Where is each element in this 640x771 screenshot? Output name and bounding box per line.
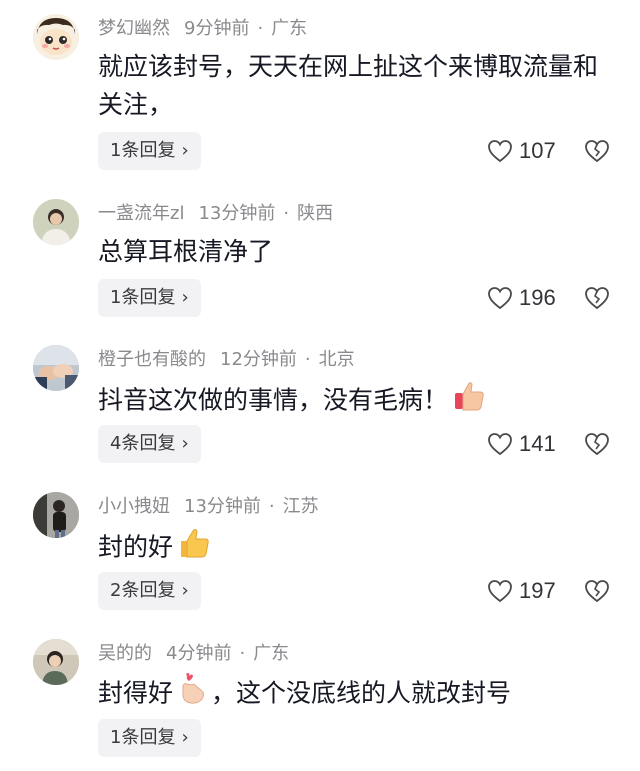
finger-heart-emoji-icon — [177, 673, 207, 716]
like-count: 107 — [519, 138, 556, 163]
replies-label: 1条回复 — [110, 287, 176, 308]
dislike-button[interactable] — [584, 279, 610, 317]
comment-location: 北京 — [318, 349, 355, 370]
view-replies-button[interactable]: 4条回复 › — [98, 425, 201, 463]
comment-meta: 一盏流年zl 13分钟前 · 陕西 — [98, 199, 333, 229]
replies-label: 1条回复 — [110, 727, 176, 748]
username[interactable]: 小小拽妞 — [98, 496, 170, 517]
meta-separator: · — [268, 496, 275, 517]
username[interactable]: 一盏流年zl — [98, 203, 184, 224]
comment-meta: 小小拽妞 13分钟前 · 江苏 — [98, 492, 319, 522]
avatar[interactable] — [33, 492, 79, 538]
meta-separator: · — [304, 349, 311, 370]
like-button[interactable]: 107 — [487, 132, 556, 170]
comment-location: 江苏 — [282, 496, 319, 517]
meta-separator: · — [257, 18, 264, 39]
comment-meta: 吴的的 4分钟前 · 广东 — [98, 639, 289, 669]
comment-text-body: 封的好 — [98, 532, 174, 562]
replies-label: 2条回复 — [110, 580, 176, 601]
comment-location: 陕西 — [297, 203, 334, 224]
comment-text-body: 抖音这次做的事情，没有毛病！ — [98, 385, 449, 415]
view-replies-button[interactable]: 1条回复 › — [98, 719, 201, 757]
comment-text: 抖音这次做的事情，没有毛病！ — [98, 379, 618, 424]
comment-text: 总算耳根清净了 — [98, 237, 274, 266]
chevron-right-icon: › — [181, 727, 189, 748]
heart-icon — [488, 287, 512, 310]
dislike-button[interactable] — [584, 425, 610, 463]
broken-heart-icon — [585, 433, 609, 456]
chevron-right-icon: › — [181, 287, 189, 308]
username[interactable]: 橙子也有酸的 — [98, 349, 206, 370]
comment-text: 封得好 ，这个没底线的人就改封号 — [98, 673, 618, 716]
username[interactable]: 吴的的 — [98, 643, 152, 664]
comment-time: 13分钟前 — [198, 203, 276, 224]
meta-separator: · — [283, 203, 290, 224]
like-count: 141 — [519, 431, 556, 456]
person-photo-icon — [33, 492, 79, 538]
avatar[interactable] — [33, 199, 79, 245]
comment-time: 4分钟前 — [166, 643, 232, 664]
like-button[interactable]: 141 — [487, 425, 556, 463]
replies-label: 1条回复 — [110, 140, 176, 161]
like-button[interactable]: 196 — [487, 279, 556, 317]
replies-label: 4条回复 — [110, 433, 176, 454]
chevron-right-icon: › — [181, 140, 189, 161]
heart-icon — [488, 433, 512, 456]
comment-text-before: 封得好 — [98, 678, 174, 708]
avatar[interactable] — [33, 14, 79, 60]
comment-time: 13分钟前 — [184, 496, 261, 517]
avatar[interactable] — [33, 639, 79, 685]
like-button[interactable]: 197 — [487, 572, 556, 610]
comment-location: 广东 — [271, 18, 308, 39]
view-replies-button[interactable]: 1条回复 › — [98, 132, 201, 170]
like-count: 197 — [519, 578, 556, 603]
comment-text: 就应该封号，天天在网上扯这个来博取流量和关注， — [98, 52, 599, 119]
dislike-button[interactable] — [584, 132, 610, 170]
username[interactable]: 梦幻幽然 — [98, 18, 170, 39]
heart-icon — [488, 140, 512, 163]
broken-heart-icon — [585, 287, 609, 310]
comment-text-after: ，这个没底线的人就改封号 — [211, 678, 512, 708]
chevron-right-icon: › — [181, 433, 189, 454]
comment-time: 9分钟前 — [184, 18, 250, 39]
comment-time: 12分钟前 — [220, 349, 297, 370]
chevron-right-icon: › — [181, 580, 189, 601]
like-count: 196 — [519, 285, 556, 310]
cartoon-face-icon — [33, 14, 79, 60]
hands-photo-icon — [33, 345, 79, 391]
comment-meta: 橙子也有酸的 12分钟前 · 北京 — [98, 345, 355, 375]
person-photo-icon — [33, 199, 79, 245]
view-replies-button[interactable]: 1条回复 › — [98, 279, 201, 317]
person-photo-icon — [33, 639, 79, 685]
comment-text: 封的好 — [98, 526, 618, 571]
meta-separator: · — [239, 643, 246, 664]
comment-location: 广东 — [253, 643, 290, 664]
thumbs-up-emoji-icon — [452, 379, 486, 424]
broken-heart-icon — [585, 580, 609, 603]
heart-icon — [488, 580, 512, 603]
thumbs-up-emoji-icon — [177, 526, 211, 571]
avatar[interactable] — [33, 345, 79, 391]
broken-heart-icon — [585, 140, 609, 163]
view-replies-button[interactable]: 2条回复 › — [98, 572, 201, 610]
comment-meta: 梦幻幽然 9分钟前 · 广东 — [98, 14, 307, 44]
dislike-button[interactable] — [584, 572, 610, 610]
